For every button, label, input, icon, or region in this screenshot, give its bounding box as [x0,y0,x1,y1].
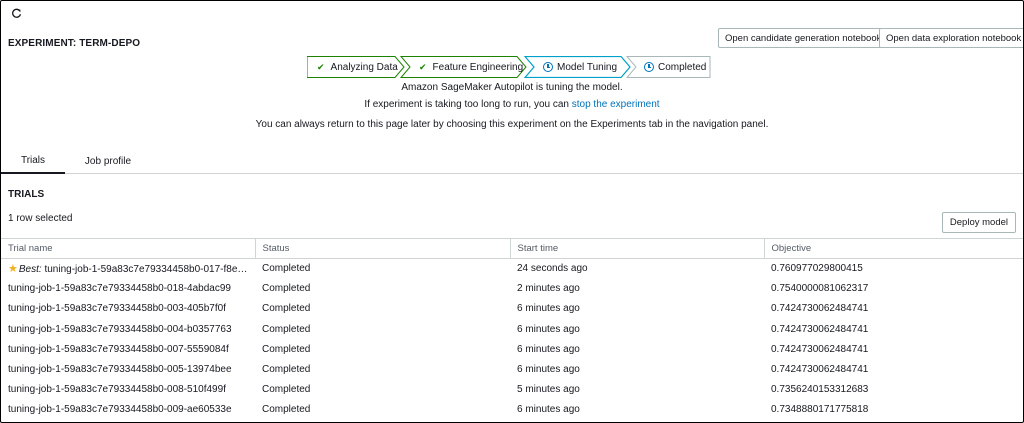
return-info-message: You can always return to this page later… [255,119,769,130]
clock-icon [543,62,553,72]
objective-cell: 0.7356240153312683 [771,384,869,396]
step-feature-engineering: ✔ Feature Engineering [419,56,523,78]
step-model-tuning: Model Tuning [543,56,617,78]
table-header-row: Trial name Status Start time Objective [1,238,1023,259]
trial-name-cell: tuning-job-1-59a83c7e79334458b0-003-405b… [8,303,226,315]
table-row[interactable]: tuning-job-1-59a83c7e79334458b0-007-5559… [1,339,1023,359]
objective-cell: 0.7424730062484741 [771,343,869,355]
start-time-cell: 6 minutes ago [517,303,580,315]
column-header-start-time[interactable]: Start time [509,238,764,259]
trial-name-cell: tuning-job-1-59a83c7e79334458b0-004-b035… [8,323,232,335]
trials-section-title: TRIALS [8,189,45,200]
column-header-status[interactable]: Status [254,238,510,259]
trial-name: tuning-job-1-59a83c7e79334458b0-017-f8ef… [44,264,255,276]
trial-name-cell: tuning-job-1-59a83c7e79334458b0-005-1397… [8,364,232,376]
start-time-cell: 2 minutes ago [517,283,580,295]
trial-name-cell: ★Best: tuning-job-1-59a83c7e79334458b0-0… [1,259,255,279]
status-cell: Completed [262,343,311,355]
table-row[interactable]: tuning-job-1-59a83c7e79334458b0-009-ae60… [1,400,1023,420]
experiment-title: EXPERIMENT: TERM-DEPO [8,38,141,49]
objective-cell: 0.7424730062484741 [771,364,869,376]
star-icon: ★ [8,263,18,276]
open-data-exploration-notebook-button[interactable]: Open data exploration notebook [879,28,1023,48]
open-candidate-notebook-button[interactable]: Open candidate generation notebook [718,28,889,48]
tab-trials[interactable]: Trials [1,148,65,174]
selected-count: 1 row selected [8,213,73,224]
objective-cell: 0.7540000081062317 [771,283,869,295]
start-time-cell: 6 minutes ago [517,364,580,376]
deploy-model-button[interactable]: Deploy model [941,212,1016,233]
step-label: Completed [658,61,707,73]
table-row[interactable]: tuning-job-1-59a83c7e79334458b0-008-510f… [1,380,1023,400]
clock-icon [644,62,654,72]
long-run-message: If experiment is taking too long to run,… [1,99,1023,110]
start-time-cell: 6 minutes ago [517,323,580,335]
tuning-message: Amazon SageMaker Autopilot is tuning the… [401,82,623,93]
objective-cell: 0.7424730062484741 [771,303,869,315]
start-time-cell: 6 minutes ago [517,404,580,416]
column-header-trial-name[interactable]: Trial name [1,238,255,259]
start-time-cell: 24 seconds ago [517,263,588,275]
status-cell: Completed [262,303,311,315]
table-row[interactable]: tuning-job-1-59a83c7e79334458b0-018-4abd… [1,279,1023,299]
step-analyzing-data: ✔ Analyzing Data [317,56,398,78]
start-time-cell: 6 minutes ago [517,343,580,355]
status-cell: Completed [262,283,311,295]
table-row[interactable]: tuning-job-1-59a83c7e79334458b0-005-1397… [1,359,1023,379]
long-run-text: If experiment is taking too long to run,… [364,99,572,110]
table-row[interactable]: tuning-job-1-59a83c7e79334458b0-004-b035… [1,319,1023,339]
status-cell: Completed [262,263,311,275]
stop-experiment-link[interactable]: stop the experiment [572,99,660,110]
step-label: Model Tuning [557,61,618,73]
status-cell: Completed [262,404,311,416]
step-completed: Completed [644,56,706,78]
step-label: Analyzing Data [330,61,398,73]
trials-table: Trial name Status Start time Objective ★… [1,238,1023,420]
autopilot-experiment-page: EXPERIMENT: TERM-DEPO Open candidate gen… [0,0,1024,423]
trial-name-cell: tuning-job-1-59a83c7e79334458b0-009-ae60… [8,404,232,416]
objective-cell: 0.7348880171775818 [771,404,869,416]
trial-name-cell: tuning-job-1-59a83c7e79334458b0-008-510f… [8,384,226,396]
best-label: Best: [18,264,42,276]
status-cell: Completed [262,323,311,335]
progress-steps: ✔ Analyzing Data ✔ Feature Engineering M… [307,56,711,78]
table-row[interactable]: tuning-job-1-59a83c7e79334458b0-003-405b… [1,299,1023,319]
status-cell: Completed [262,364,311,376]
tab-bar: Trials Job profile [1,148,1023,174]
table-row[interactable]: ★Best: tuning-job-1-59a83c7e79334458b0-0… [1,259,1023,279]
column-header-objective[interactable]: Objective [763,238,1023,259]
tab-job-profile[interactable]: Job profile [71,148,145,174]
check-icon: ✔ [419,61,427,72]
objective-cell: 0.7424730062484741 [771,323,869,335]
refresh-icon[interactable] [10,7,22,19]
trial-name-cell: tuning-job-1-59a83c7e79334458b0-018-4abd… [8,283,231,295]
status-cell: Completed [262,384,311,396]
start-time-cell: 5 minutes ago [517,384,580,396]
trial-name-cell: tuning-job-1-59a83c7e79334458b0-007-5559… [8,343,229,355]
objective-cell: 0.760977029800415 [771,263,863,275]
check-icon: ✔ [317,61,325,72]
step-label: Feature Engineering [432,61,524,73]
